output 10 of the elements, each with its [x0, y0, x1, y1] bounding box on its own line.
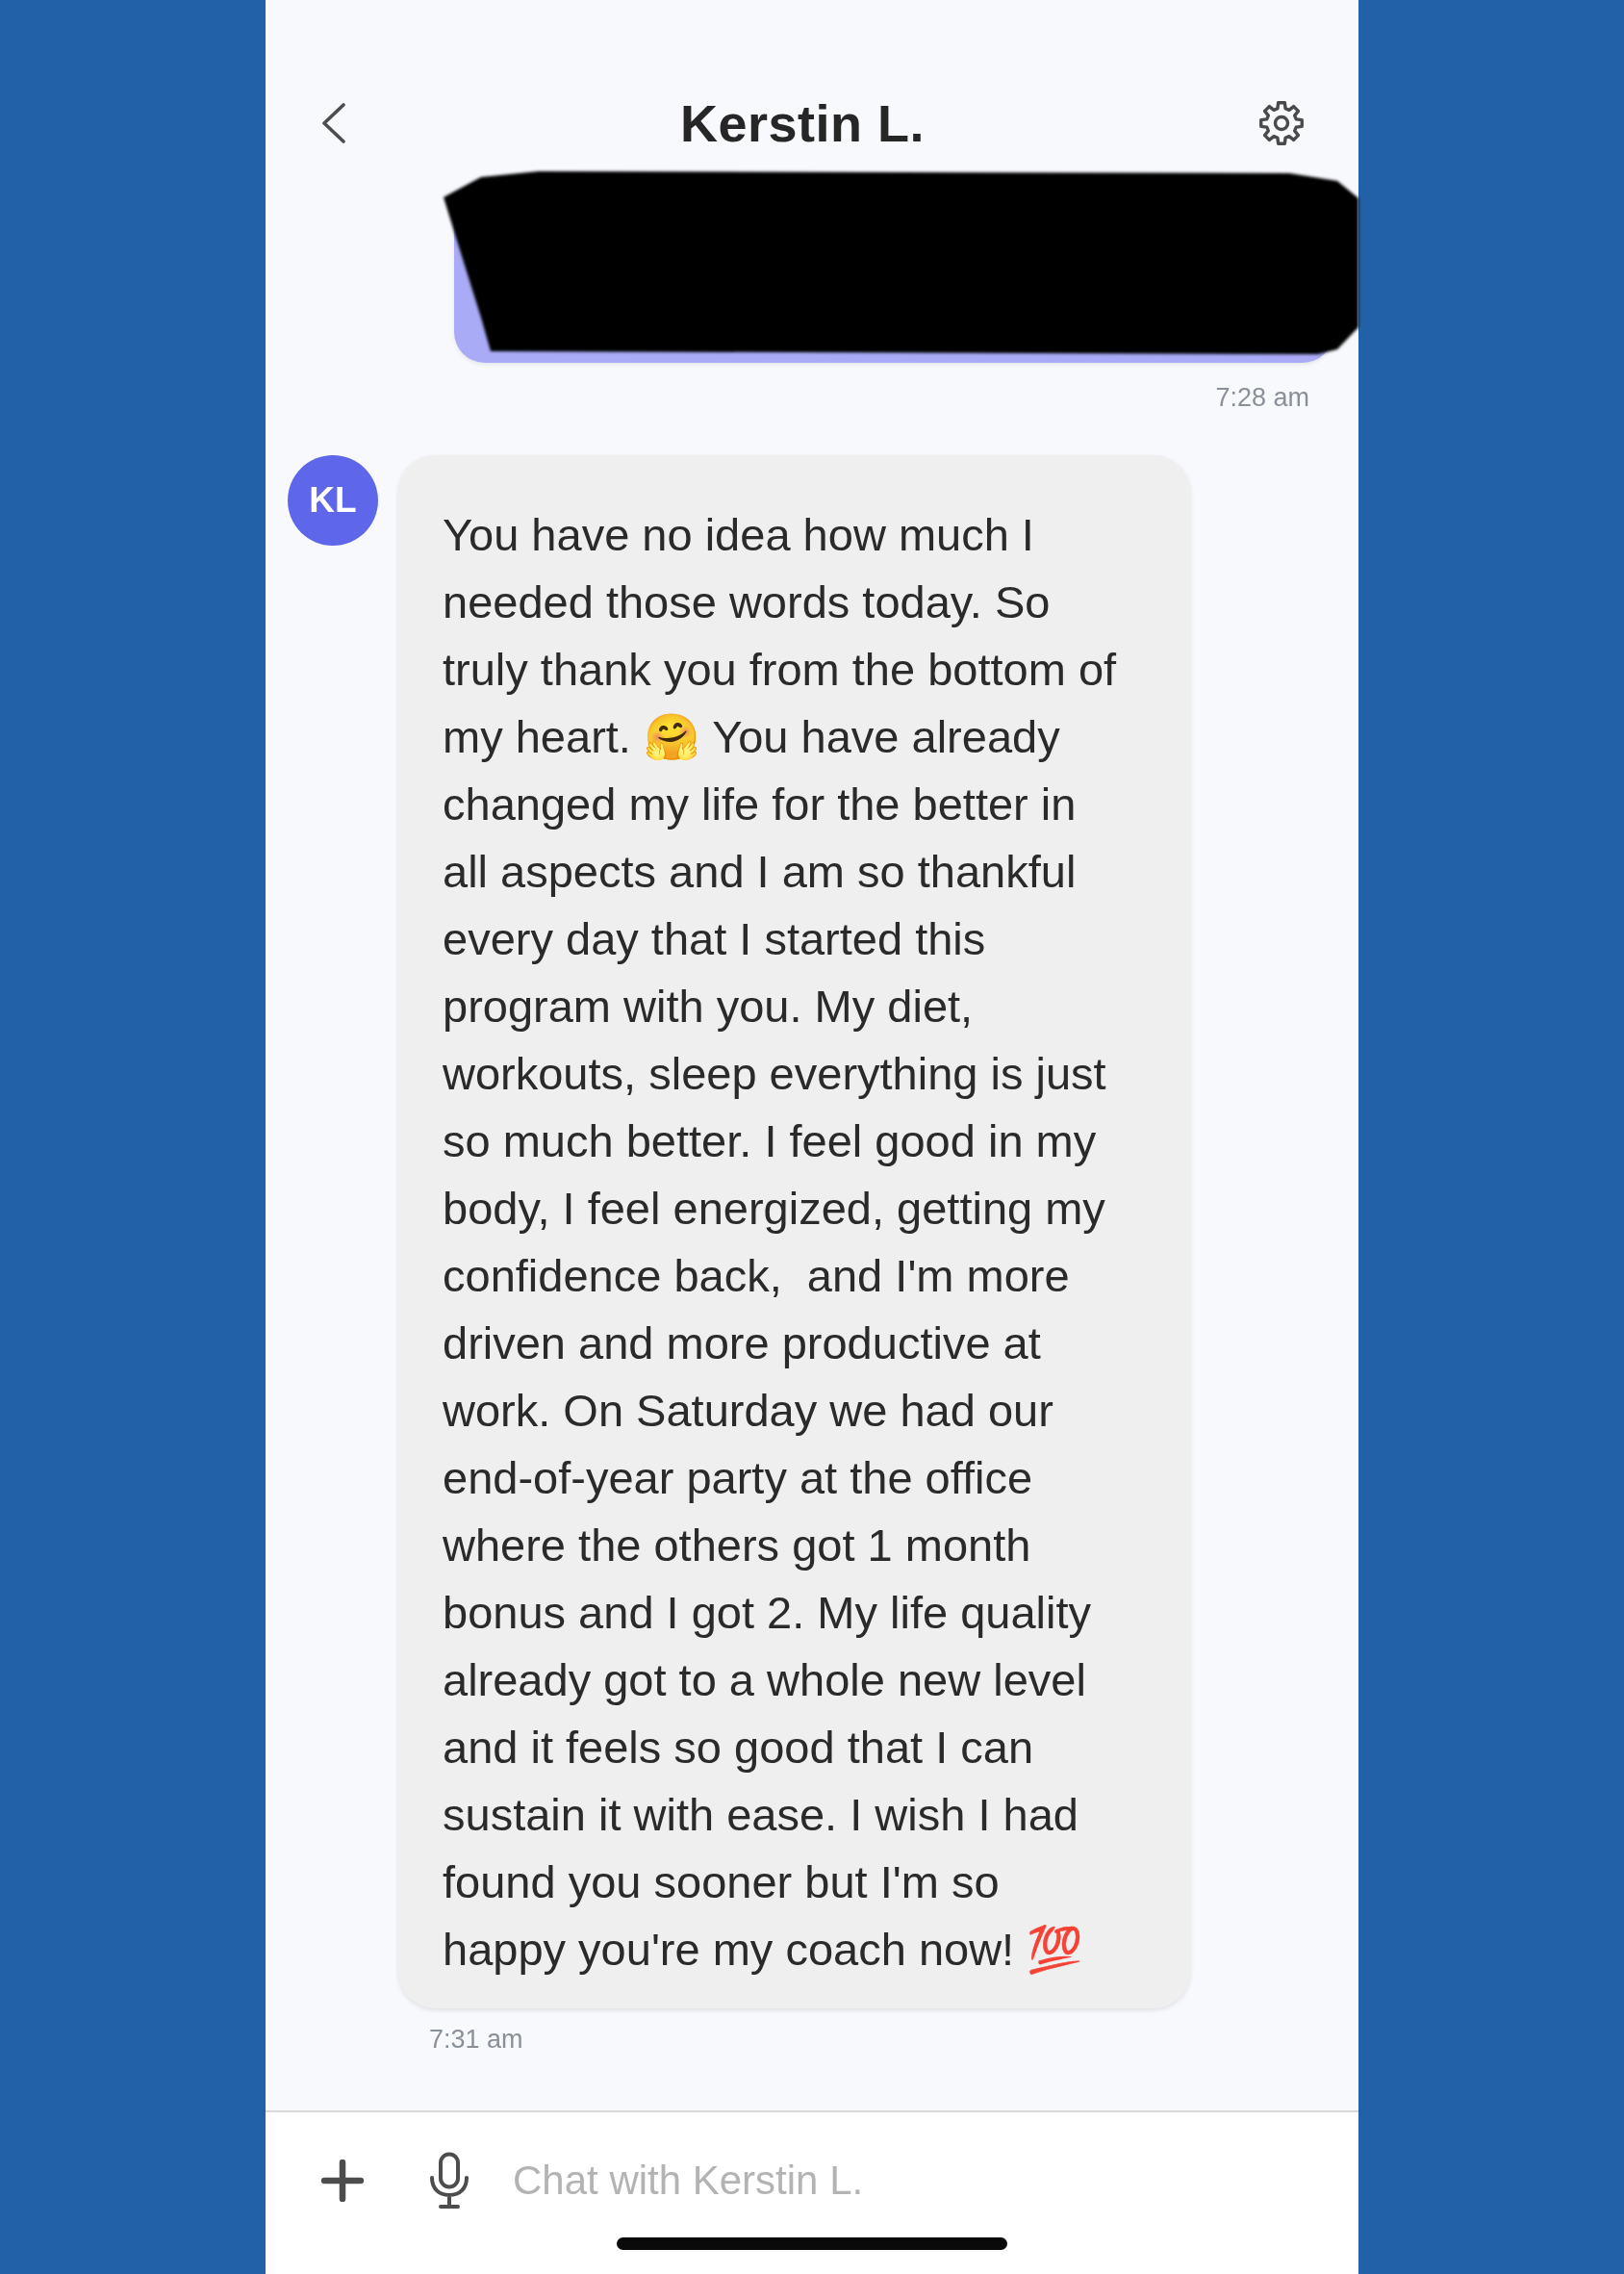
message-time: 7:31 am: [429, 2024, 523, 2056]
avatar: KL: [288, 455, 378, 546]
plus-icon[interactable]: [321, 2159, 364, 2202]
message-text: You have no idea how much I needed those words today. So truly thank you from the bottom of my heart. 🤗 You have already changed my life for the better in all aspects and I am so thankful every day that I started this program with you. My diet, workouts, sleep everything is just so much better. I feel good in my body, I feel energized, getting my confidence back, and I'm more driven and more productive at work. On Saturday we had our end-of-year party at the office where the others got 1 month bonus and I got 2. My life quality already got to a whole new level and it feels so good that I can sustain it with ease. I wish I had found you sooner but I'm so happy you're my coach now! 💯: [443, 508, 1118, 1977]
message-input[interactable]: Chat with Kerstin L.: [513, 2154, 1052, 2208]
microphone-icon[interactable]: [429, 2152, 469, 2210]
chevron-left-icon[interactable]: [321, 103, 346, 143]
message-time: 7:28 am: [1215, 382, 1310, 414]
chat-title: Kerstin L.: [679, 93, 925, 153]
settings-icon[interactable]: [1258, 100, 1305, 146]
